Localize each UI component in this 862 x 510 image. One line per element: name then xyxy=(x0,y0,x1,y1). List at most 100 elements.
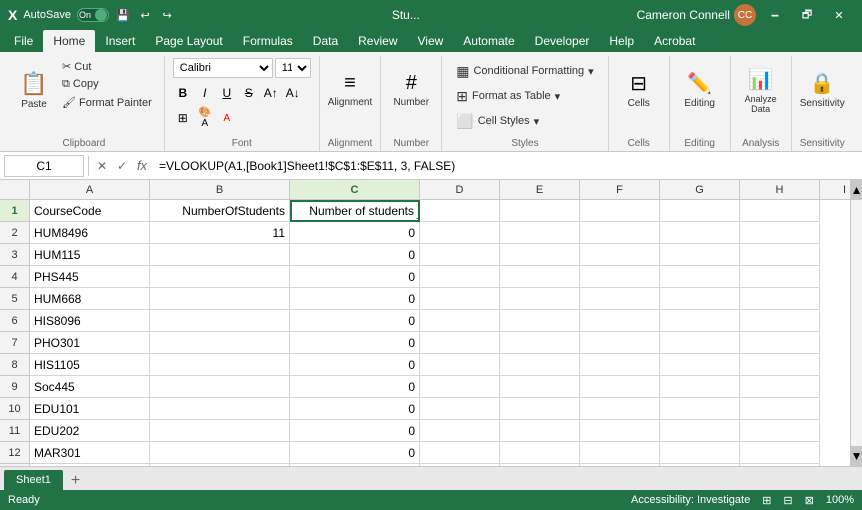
cell-c1[interactable]: Number of students xyxy=(290,200,420,222)
col-header-c[interactable]: C xyxy=(290,180,420,200)
cell-d1[interactable] xyxy=(420,200,500,222)
cell-b10[interactable] xyxy=(150,398,290,420)
analyze-data-button[interactable]: 📊 Analyze Data xyxy=(739,58,783,122)
cell-h11[interactable] xyxy=(740,420,820,442)
cell-a8[interactable]: HIS1105 xyxy=(30,354,150,376)
cell-a9[interactable]: Soc445 xyxy=(30,376,150,398)
cell-a6[interactable]: HIS8096 xyxy=(30,310,150,332)
cell-a12[interactable]: MAR301 xyxy=(30,442,150,464)
cell-f6[interactable] xyxy=(580,310,660,332)
col-header-h[interactable]: H xyxy=(740,180,820,200)
cell-d4[interactable] xyxy=(420,266,500,288)
col-header-i[interactable]: I xyxy=(820,180,850,200)
cell-b5[interactable] xyxy=(150,288,290,310)
tab-page-layout[interactable]: Page Layout xyxy=(145,30,232,52)
cell-h2[interactable] xyxy=(740,222,820,244)
cell-g10[interactable] xyxy=(660,398,740,420)
cell-d9[interactable] xyxy=(420,376,500,398)
cell-d2[interactable] xyxy=(420,222,500,244)
cell-b2[interactable]: 11 xyxy=(150,222,290,244)
view-normal-button[interactable]: ⊞ xyxy=(762,494,771,507)
sheet-tab[interactable]: Sheet1 xyxy=(4,470,63,490)
cell-e12[interactable] xyxy=(500,442,580,464)
cell-c10[interactable]: 0 xyxy=(290,398,420,420)
cell-e6[interactable] xyxy=(500,310,580,332)
scroll-up-button[interactable]: ▲ xyxy=(851,180,862,200)
cell-c4[interactable]: 0 xyxy=(290,266,420,288)
cell-f3[interactable] xyxy=(580,244,660,266)
cell-e2[interactable] xyxy=(500,222,580,244)
cell-c11[interactable]: 0 xyxy=(290,420,420,442)
cell-g5[interactable] xyxy=(660,288,740,310)
scroll-track[interactable] xyxy=(851,200,862,446)
cell-e3[interactable] xyxy=(500,244,580,266)
cell-a7[interactable]: PHO301 xyxy=(30,332,150,354)
col-header-f[interactable]: F xyxy=(580,180,660,200)
cell-e10[interactable] xyxy=(500,398,580,420)
confirm-formula-button[interactable]: ✓ xyxy=(113,157,131,175)
cell-h10[interactable] xyxy=(740,398,820,420)
cell-d6[interactable] xyxy=(420,310,500,332)
tab-formulas[interactable]: Formulas xyxy=(233,30,303,52)
sensitivity-button[interactable]: 🔒 Sensitivity xyxy=(800,58,844,122)
cell-h1[interactable] xyxy=(740,200,820,222)
cell-b9[interactable] xyxy=(150,376,290,398)
cell-g6[interactable] xyxy=(660,310,740,332)
tab-developer[interactable]: Developer xyxy=(525,30,600,52)
cell-e7[interactable] xyxy=(500,332,580,354)
view-page-button[interactable]: ⊠ xyxy=(805,494,814,507)
cell-c9[interactable]: 0 xyxy=(290,376,420,398)
format-table-button[interactable]: ⊞ Format as Table ▾ xyxy=(450,86,566,107)
tab-data[interactable]: Data xyxy=(303,30,348,52)
cell-a11[interactable]: EDU202 xyxy=(30,420,150,442)
cell-e5[interactable] xyxy=(500,288,580,310)
row-header-10[interactable]: 10 xyxy=(0,398,30,420)
col-header-d[interactable]: D xyxy=(420,180,500,200)
cell-g3[interactable] xyxy=(660,244,740,266)
font-size-select[interactable]: 11 xyxy=(275,58,311,78)
row-header-9[interactable]: 9 xyxy=(0,376,30,398)
row-header-1[interactable]: 1 xyxy=(0,200,30,222)
increase-font-button[interactable]: A↑ xyxy=(261,83,281,103)
cell-g12[interactable] xyxy=(660,442,740,464)
cell-c3[interactable]: 0 xyxy=(290,244,420,266)
cell-h3[interactable] xyxy=(740,244,820,266)
autosave-toggle[interactable]: On xyxy=(77,8,109,22)
cell-e8[interactable] xyxy=(500,354,580,376)
cell-f11[interactable] xyxy=(580,420,660,442)
cell-e9[interactable] xyxy=(500,376,580,398)
cell-c5[interactable]: 0 xyxy=(290,288,420,310)
cell-c12[interactable]: 0 xyxy=(290,442,420,464)
cell-h8[interactable] xyxy=(740,354,820,376)
cell-styles-button[interactable]: ⬜ Cell Styles ▾ xyxy=(450,111,545,132)
number-button[interactable]: # Number xyxy=(389,58,433,122)
copy-button[interactable]: ⧉ Copy xyxy=(58,76,156,93)
cell-d11[interactable] xyxy=(420,420,500,442)
cell-d12[interactable] xyxy=(420,442,500,464)
tab-file[interactable]: File xyxy=(4,30,43,52)
cell-g4[interactable] xyxy=(660,266,740,288)
cell-b1[interactable]: NumberOfStudents xyxy=(150,200,290,222)
close-button[interactable]: ✕ xyxy=(824,0,854,30)
cell-a2[interactable]: HUM8496 xyxy=(30,222,150,244)
redo-button[interactable]: ↪ xyxy=(159,7,175,23)
tab-review[interactable]: Review xyxy=(348,30,407,52)
cell-b8[interactable] xyxy=(150,354,290,376)
cell-c8[interactable]: 0 xyxy=(290,354,420,376)
cell-f5[interactable] xyxy=(580,288,660,310)
row-header-5[interactable]: 5 xyxy=(0,288,30,310)
cell-a3[interactable]: HUM115 xyxy=(30,244,150,266)
cell-b12[interactable] xyxy=(150,442,290,464)
cell-c2[interactable]: 0 xyxy=(290,222,420,244)
name-box[interactable] xyxy=(4,155,84,177)
border-button[interactable]: ⊞ xyxy=(173,108,193,128)
underline-button[interactable]: U xyxy=(217,83,237,103)
row-header-7[interactable]: 7 xyxy=(0,332,30,354)
cut-button[interactable]: ✂ Cut xyxy=(58,58,156,75)
cell-e11[interactable] xyxy=(500,420,580,442)
cell-g1[interactable] xyxy=(660,200,740,222)
cell-f10[interactable] xyxy=(580,398,660,420)
font-name-select[interactable]: Calibri xyxy=(173,58,273,78)
cancel-formula-button[interactable]: ✕ xyxy=(93,157,111,175)
cell-c7[interactable]: 0 xyxy=(290,332,420,354)
